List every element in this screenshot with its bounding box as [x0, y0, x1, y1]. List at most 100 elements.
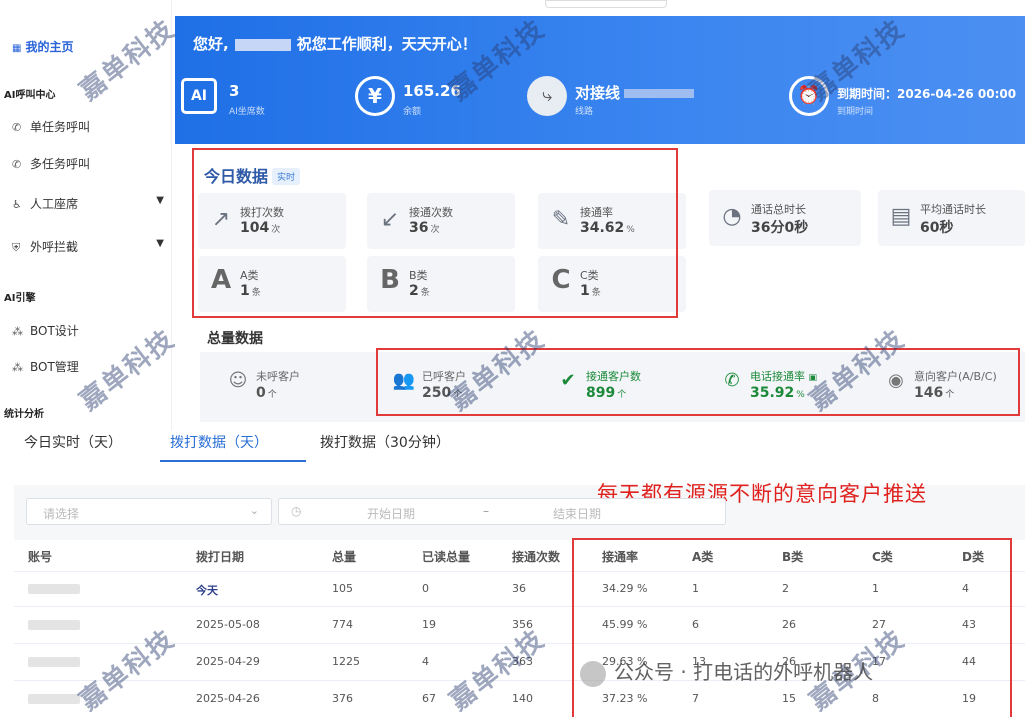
- stat-value: 165.26: [403, 82, 461, 100]
- sidebar-item-label: 外呼拦截: [30, 240, 79, 254]
- nodes-icon: ⁂: [12, 325, 23, 338]
- total-label: 未呼客户: [256, 370, 300, 383]
- calendar-clock-icon: ▤: [890, 204, 912, 229]
- chevron-down-icon: ▼: [156, 195, 164, 206]
- sidebar-item-home[interactable]: ▦ 我的主页: [12, 38, 73, 55]
- sidebar-item-label: 多任务呼叫: [30, 157, 91, 171]
- date-separator: –: [483, 504, 489, 518]
- sidebar-item-bot-manage[interactable]: ⁂ BOT管理: [12, 358, 164, 375]
- sidebar: ▦ 我的主页 AI呼叫中心 ✆ 单任务呼叫 ✆ 多任务呼叫 ♿ 人工座席 ▼ ⛨ 外呼拦截…: [0, 0, 172, 430]
- table-cell-date: 2025-04-29: [196, 655, 260, 668]
- total-data-title: 总量数据: [207, 331, 263, 347]
- table-cell: 105: [332, 582, 353, 595]
- table-cell: 140: [512, 692, 533, 705]
- card-label: 通话总时长: [751, 203, 806, 216]
- table-cell: 376: [332, 692, 353, 705]
- card-value: 60秒: [920, 220, 954, 236]
- wechat-caption: 公众号 · 打电话的外呼机器人: [580, 656, 873, 687]
- wechat-caption-text: 公众号 · 打电话的外呼机器人: [614, 660, 874, 684]
- table-cell-date: 2025-04-26: [196, 692, 260, 705]
- stat-value: 对接线: [575, 82, 695, 103]
- tab-dial-data-day[interactable]: 拨打数据（天）: [170, 432, 268, 452]
- phone-forward-icon: ✆: [12, 158, 22, 171]
- table-cell: 774: [332, 618, 353, 631]
- sidebar-group-statistics: 统计分析: [4, 409, 44, 420]
- total-value: 0个: [256, 385, 277, 401]
- sidebar-item-multi-task-call[interactable]: ✆ 多任务呼叫: [12, 155, 164, 172]
- chevron-down-icon: ▼: [156, 238, 164, 249]
- wechat-icon: [580, 660, 606, 687]
- greeting-suffix: 祝您工作顺利，天天开心！: [296, 35, 477, 53]
- alarm-clock-icon: ⏰: [789, 76, 829, 116]
- phone-icon: ✆: [12, 121, 22, 134]
- table-cell: 36: [512, 582, 526, 595]
- sidebar-item-bot-design[interactable]: ⁂ BOT设计: [12, 322, 164, 339]
- end-date-input[interactable]: 结束日期: [553, 505, 601, 522]
- sidebar-item-label: 单任务呼叫: [30, 120, 91, 134]
- agent-icon: ♿: [12, 198, 22, 211]
- card-avg-duration: ▤ 平均通话时长 60秒: [878, 190, 1025, 246]
- table-cell: 363: [512, 655, 533, 668]
- table-cell: 67: [422, 692, 436, 705]
- card-label: 平均通话时长: [920, 203, 986, 216]
- top-toggle-button[interactable]: [545, 0, 667, 8]
- table-cell-date: 2025-05-08: [196, 618, 260, 631]
- date-range-picker[interactable]: ◷ 开始日期 – 结束日期: [278, 498, 726, 525]
- tab-today-realtime[interactable]: 今日实时（天）: [24, 432, 122, 452]
- stat-label: 线路: [575, 107, 594, 117]
- sidebar-item-label: 人工座席: [30, 197, 79, 211]
- highlight-box-today: [192, 148, 678, 318]
- clock-icon: ◷: [291, 504, 302, 518]
- greeting-text: 您好, 祝您工作顺利，天天开心！: [193, 33, 477, 54]
- column-header[interactable]: 接通次数: [512, 548, 560, 565]
- stat-value: 到期时间：2026-04-26 00:00: [837, 87, 1017, 101]
- table-cell: 356: [512, 618, 533, 631]
- select-placeholder: 请选择: [43, 507, 80, 521]
- table-cell: 0: [422, 582, 429, 595]
- stat-label: 到期时间: [837, 107, 874, 117]
- account-select[interactable]: 请选择 ⌄: [26, 498, 272, 525]
- user-icon: ☺: [228, 370, 248, 391]
- stat-label: AI坐席数: [229, 107, 265, 117]
- stat-value: 3: [229, 82, 240, 100]
- sidebar-group-ai-engine: AI引擎: [4, 293, 36, 304]
- account-mask: [28, 584, 80, 594]
- grid-icon: ▦: [12, 43, 22, 54]
- nodes-icon: ⁂: [12, 361, 23, 374]
- chevron-down-icon: ⌄: [249, 504, 259, 517]
- route-icon: ⤷: [527, 76, 567, 116]
- table-cell: 4: [422, 655, 429, 668]
- sidebar-home-label: 我的主页: [25, 40, 74, 54]
- column-header[interactable]: 拨打日期: [196, 548, 244, 565]
- table-cell-date[interactable]: 今天: [196, 582, 218, 598]
- shield-icon: ⛨: [12, 241, 21, 254]
- account-mask: [28, 694, 80, 704]
- account-mask: [28, 657, 80, 667]
- account-mask: [28, 620, 80, 630]
- active-tab-indicator: [160, 460, 306, 462]
- table-cell: 1225: [332, 655, 360, 668]
- greeting-prefix: 您好,: [193, 35, 229, 53]
- line-name-mask: [624, 89, 695, 98]
- tab-dial-data-30min[interactable]: 拨打数据（30分钟）: [320, 432, 450, 452]
- highlight-box-table: [572, 538, 1012, 717]
- column-header[interactable]: 总量: [332, 548, 356, 565]
- card-value: 36分0秒: [751, 220, 809, 236]
- sidebar-item-single-task-call[interactable]: ✆ 单任务呼叫: [12, 118, 164, 135]
- sidebar-item-agent-seat[interactable]: ♿ 人工座席 ▼: [12, 195, 164, 212]
- start-date-input[interactable]: 开始日期: [367, 505, 415, 522]
- welcome-banner: 您好, 祝您工作顺利，天天开心！ AI 3 AI坐席数 ¥ 165.26 余额 ⤷…: [175, 16, 1025, 144]
- card-total-duration: ◔ 通话总时长 36分0秒: [709, 190, 861, 246]
- sidebar-item-label: BOT设计: [30, 324, 79, 338]
- column-header[interactable]: 已读总量: [422, 548, 470, 565]
- sidebar-item-label: BOT管理: [30, 360, 79, 374]
- username-mask: [234, 38, 291, 51]
- yen-icon: ¥: [355, 76, 395, 116]
- ai-chip-icon: AI: [181, 78, 217, 114]
- sidebar-item-outbound-block[interactable]: ⛨ 外呼拦截 ▼: [12, 238, 164, 255]
- table-cell: 19: [422, 618, 436, 631]
- stat-label: 余额: [403, 107, 422, 117]
- timer-icon: ◔: [722, 204, 742, 229]
- sidebar-group-ai-call-center: AI呼叫中心: [4, 90, 56, 101]
- column-header[interactable]: 账号: [28, 548, 52, 565]
